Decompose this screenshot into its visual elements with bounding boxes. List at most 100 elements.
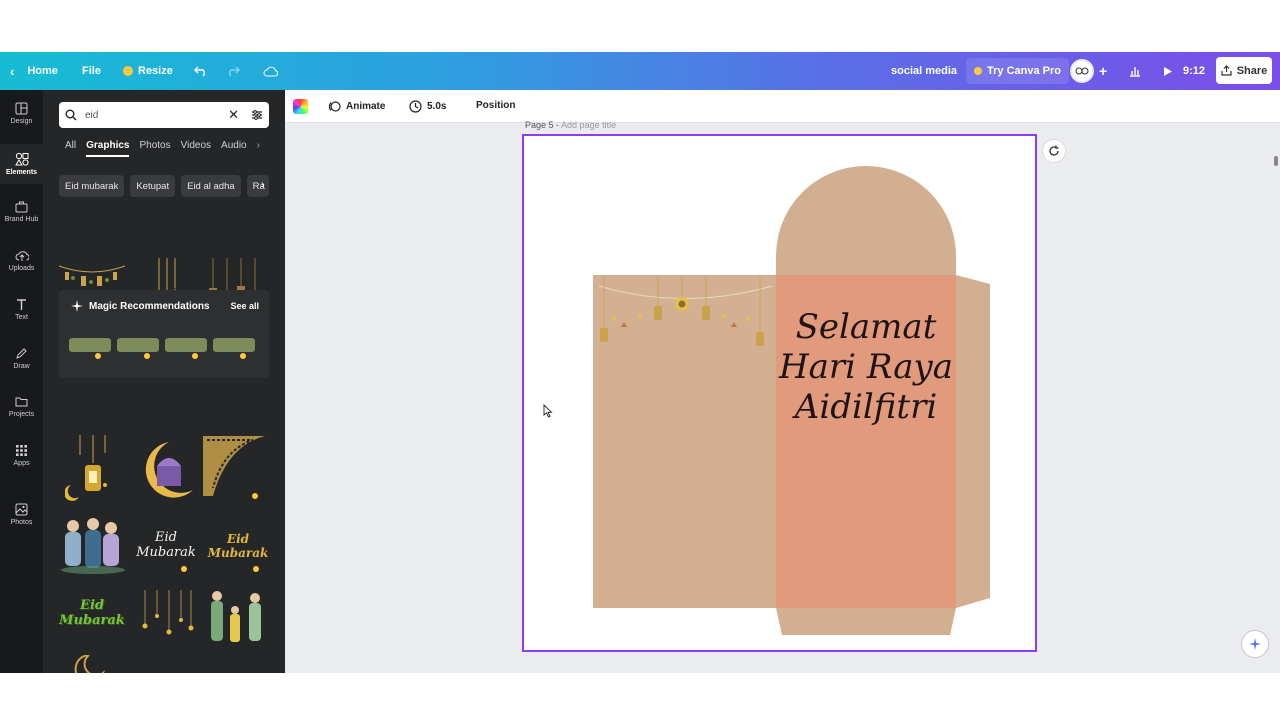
top-bar: ‹ Home File Resize social media Try Canv… — [0, 52, 1280, 90]
rail-elements[interactable]: Elements — [0, 144, 43, 184]
envelope-side-flap[interactable] — [956, 275, 990, 608]
tab-videos[interactable]: Videos — [181, 140, 211, 157]
shapes-icon — [14, 152, 29, 166]
suggestion-chips: Eid mubarak Ketupat Eid al adha Ra — [59, 175, 269, 197]
briefcase-icon — [15, 201, 28, 213]
try-canva-pro-button[interactable]: Try Canva Pro — [966, 58, 1069, 84]
envelope-bottom-flap[interactable] — [776, 608, 956, 635]
envelope-design[interactable]: Selamat Hari Raya Aidilfitri — [524, 136, 1035, 650]
graphic-people-illustration[interactable] — [205, 588, 269, 650]
context-toolbar: Animate 5.0s Position — [285, 90, 1280, 123]
animate-icon — [328, 101, 341, 112]
graphic-eid-mubarak-script[interactable]: Eid Mubarak — [131, 530, 201, 560]
insights-button[interactable] — [1129, 65, 1141, 77]
rail-uploads[interactable]: Uploads — [0, 249, 43, 272]
refresh-button[interactable] — [1042, 139, 1066, 163]
elements-panel: eid ✕ All Graphics Photos Videos Audio ›… — [43, 90, 285, 673]
file-menu[interactable]: File — [82, 65, 101, 77]
envelope-top-flap[interactable] — [776, 166, 956, 276]
image-icon — [15, 503, 28, 516]
clear-search-icon[interactable]: ✕ — [228, 107, 239, 123]
rail-text[interactable]: Text — [0, 298, 43, 321]
chevron-left-icon: ‹ — [10, 63, 15, 79]
greeting-line-1: Selamat — [796, 307, 937, 347]
home-button[interactable]: ‹ Home — [10, 64, 58, 79]
tab-audio[interactable]: Audio — [221, 140, 247, 157]
chips-chevron-right-icon[interactable]: › — [261, 179, 265, 191]
page-title-label[interactable]: Page 5 - Add page title — [525, 120, 616, 130]
graphic-golden-lantern[interactable] — [65, 435, 115, 505]
mouse-cursor-icon — [543, 404, 553, 418]
sparkle-icon — [1249, 638, 1261, 650]
graphic-hanging-moons[interactable] — [137, 590, 197, 650]
chip-eid-al-adha[interactable]: Eid al adha — [181, 175, 241, 197]
rail-draw[interactable]: Draw — [0, 347, 43, 370]
crown-icon — [123, 66, 133, 76]
clock-icon — [409, 100, 422, 113]
rail-brand-hub[interactable]: Brand Hub — [0, 200, 43, 223]
sparkle-icon — [71, 300, 83, 312]
graphic-crescent-lantern[interactable] — [69, 655, 115, 673]
search-icon — [65, 109, 77, 121]
pen-icon — [16, 348, 27, 359]
upload-cloud-icon — [15, 251, 29, 261]
cloud-save-button[interactable] — [263, 65, 279, 77]
document-title[interactable]: social media — [891, 65, 957, 77]
chevron-right-icon[interactable]: › — [257, 140, 260, 157]
tab-graphics[interactable]: Graphics — [86, 140, 129, 157]
premium-crown-icon — [181, 566, 187, 572]
bar-chart-icon — [1130, 67, 1140, 77]
refresh-icon — [1049, 145, 1059, 156]
graphic-family-illustration[interactable] — [59, 516, 127, 576]
rail-apps[interactable]: Apps — [0, 444, 43, 467]
play-icon — [1164, 66, 1172, 76]
duration-button[interactable]: 5.0s — [409, 100, 446, 113]
rainbow-color-icon — [293, 99, 308, 114]
undo-icon — [194, 66, 205, 77]
graphic-eid-mubarak-green[interactable]: Eid Mubarak — [57, 598, 127, 628]
tab-photos[interactable]: Photos — [139, 140, 170, 157]
position-button[interactable]: Position — [476, 100, 515, 111]
tab-all[interactable]: All — [65, 140, 76, 157]
add-collaborator-button[interactable]: + — [1099, 63, 1107, 79]
avatar-face-icon — [1075, 67, 1089, 75]
avatar[interactable] — [1070, 59, 1094, 83]
share-icon — [1221, 65, 1232, 76]
vertical-scrollbar[interactable] — [1274, 156, 1278, 166]
text-icon — [17, 299, 26, 310]
rail-projects[interactable]: Projects — [0, 395, 43, 418]
redo-button[interactable] — [226, 65, 240, 77]
graphic-eid-mubarak-gold[interactable]: Eid Mubarak — [203, 532, 273, 560]
chip-ketupat[interactable]: Ketupat — [130, 175, 176, 197]
present-button[interactable]: 9:12 — [1163, 65, 1205, 77]
design-page[interactable]: Selamat Hari Raya Aidilfitri — [522, 134, 1037, 652]
rail-photos[interactable]: Photos — [0, 503, 43, 526]
chip-ra[interactable]: Ra — [246, 175, 269, 197]
search-tabs: All Graphics Photos Videos Audio › — [65, 140, 260, 157]
search-input[interactable]: eid ✕ — [59, 102, 269, 128]
layout-icon — [15, 102, 28, 115]
see-all-link[interactable]: See all — [230, 301, 259, 311]
graphic-ornate-arch-corner[interactable] — [203, 436, 267, 502]
greeting-line-3: Aidilfitri — [792, 387, 937, 427]
resize-button[interactable]: Resize — [123, 65, 173, 77]
rail-design[interactable]: Design — [0, 102, 43, 125]
magic-recommendation-thumbnails[interactable] — [67, 334, 263, 362]
share-button[interactable]: Share — [1216, 57, 1272, 84]
undo-button[interactable] — [194, 65, 208, 77]
animate-button[interactable]: Animate — [328, 100, 385, 113]
filter-sliders-icon[interactable] — [251, 109, 263, 121]
chip-eid-mubarak[interactable]: Eid mubarak — [59, 175, 125, 197]
greeting-text[interactable]: Selamat Hari Raya Aidilfitri — [778, 307, 953, 427]
left-rail: Design Elements Brand Hub Uploads Text D… — [0, 90, 43, 673]
color-picker-button[interactable] — [293, 99, 308, 114]
plus-icon: + — [1099, 63, 1108, 79]
envelope-left-panel[interactable] — [593, 275, 776, 608]
canva-editor: ‹ Home File Resize social media Try Canv… — [0, 52, 1280, 673]
graphic-mosque-skyline[interactable] — [203, 670, 269, 673]
redo-icon — [229, 66, 240, 77]
canvas-area: Animate 5.0s Position Page 5 - Add page … — [285, 90, 1280, 673]
magic-assistant-button[interactable] — [1241, 630, 1269, 658]
graphic-moon-mosque[interactable] — [135, 438, 199, 502]
magic-recommendations: Magic Recommendations See all — [59, 290, 269, 378]
